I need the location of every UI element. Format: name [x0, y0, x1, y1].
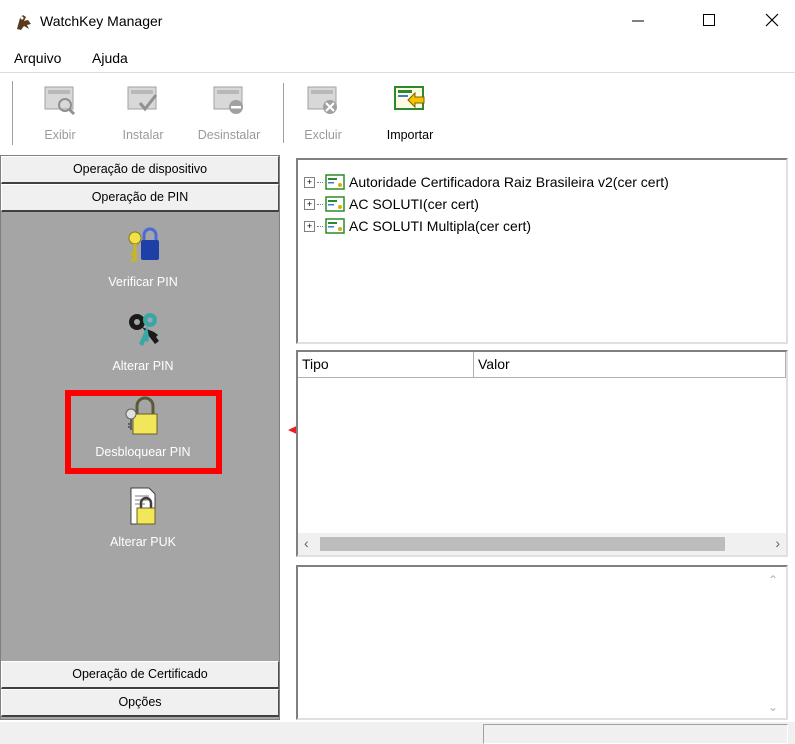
- detail-text-area[interactable]: ⌃ ⌄: [296, 565, 788, 720]
- desinstalar-label: Desinstalar: [197, 128, 261, 142]
- alterar-puk-label: Alterar PUK: [110, 535, 176, 549]
- title-bar: WatchKey Manager: [0, 0, 795, 44]
- status-field: [483, 724, 788, 744]
- desinstalar-button[interactable]: Desinstalar: [194, 79, 264, 147]
- install-cert-icon: [127, 86, 158, 112]
- menu-arquivo[interactable]: Arquivo: [14, 50, 61, 66]
- close-icon: [765, 13, 779, 27]
- window-title: WatchKey Manager: [40, 13, 163, 29]
- operacao-pin-header[interactable]: Operação de PIN: [1, 184, 279, 212]
- alterar-pin-item[interactable]: Alterar PIN: [63, 310, 223, 373]
- importar-button[interactable]: Importar: [375, 79, 445, 147]
- tree-item-label: Autoridade Certificadora Raiz Brasileira…: [349, 174, 669, 190]
- highlight-box: [65, 390, 222, 474]
- tree-item[interactable]: + Autoridade Certificadora Raiz Brasilei…: [304, 172, 669, 192]
- delete-cert-icon: [307, 86, 337, 114]
- importar-label: Importar: [386, 128, 434, 142]
- scrollbar-thumb[interactable]: [320, 537, 725, 551]
- verificar-pin-item[interactable]: Verificar PIN: [63, 226, 223, 289]
- menu-ajuda[interactable]: Ajuda: [92, 50, 128, 66]
- verify-pin-key-lock-icon: [128, 227, 159, 262]
- status-bar: [0, 722, 795, 744]
- tree-item-label: AC SOLUTI Multipla(cer cert): [349, 218, 532, 234]
- column-header-tipo[interactable]: Tipo: [298, 352, 474, 378]
- uninstall-cert-icon: [213, 86, 243, 114]
- toolbar-separator: [283, 83, 285, 143]
- tree-item[interactable]: + AC SOLUTI Multipla(cer cert): [304, 216, 531, 236]
- maximize-icon: [703, 14, 715, 26]
- excluir-button[interactable]: Excluir: [288, 79, 358, 147]
- exibir-button[interactable]: Exibir: [25, 79, 95, 147]
- instalar-label: Instalar: [122, 128, 164, 142]
- change-puk-document-lock-icon: [130, 487, 156, 525]
- scroll-left-icon[interactable]: ‹: [304, 535, 309, 551]
- alterar-pin-label: Alterar PIN: [112, 359, 174, 373]
- certificate-tree[interactable]: + Autoridade Certificadora Raiz Brasilei…: [296, 158, 788, 344]
- exibir-label: Exibir: [44, 128, 76, 142]
- tree-item-label: AC SOLUTI(cer cert): [349, 196, 479, 212]
- column-header-valor[interactable]: Valor: [474, 352, 786, 378]
- expand-icon[interactable]: +: [304, 176, 315, 188]
- instalar-button[interactable]: Instalar: [108, 79, 178, 147]
- verificar-pin-label: Verificar PIN: [108, 275, 178, 289]
- minimize-button[interactable]: [615, 0, 661, 40]
- watchkey-app-icon: [17, 15, 31, 30]
- import-cert-icon: [394, 86, 425, 110]
- certificate-icon: [325, 218, 345, 234]
- certificate-icon: [325, 174, 345, 190]
- scroll-down-icon[interactable]: ⌄: [768, 700, 778, 714]
- minimize-icon: [632, 20, 644, 22]
- scroll-right-icon[interactable]: ›: [775, 535, 780, 551]
- toolbar-grip[interactable]: [10, 81, 13, 145]
- operacao-certificado-header[interactable]: Operação de Certificado: [1, 661, 279, 689]
- properties-list[interactable]: Tipo Valor ‹ ›: [296, 350, 788, 557]
- alterar-puk-item[interactable]: Alterar PUK: [63, 486, 223, 549]
- excluir-label: Excluir: [304, 128, 342, 142]
- scroll-up-icon[interactable]: ⌃: [768, 573, 778, 587]
- maximize-button[interactable]: [686, 0, 732, 40]
- certificate-icon: [325, 196, 345, 212]
- expand-icon[interactable]: +: [304, 198, 315, 210]
- close-button[interactable]: [749, 0, 795, 40]
- operacao-dispositivo-header[interactable]: Operação de dispositivo: [1, 156, 279, 184]
- toolbar: Exibir Instalar Desinstalar Excluir Impo…: [0, 72, 795, 152]
- view-cert-icon: [44, 86, 76, 116]
- tree-item[interactable]: + AC SOLUTI(cer cert): [304, 194, 479, 214]
- menu-bar: Arquivo Ajuda: [0, 44, 795, 70]
- expand-icon[interactable]: +: [304, 220, 315, 232]
- horizontal-scrollbar[interactable]: ‹ ›: [298, 533, 786, 555]
- change-pin-keys-icon: [129, 313, 159, 346]
- opcoes-header[interactable]: Opções: [1, 689, 279, 717]
